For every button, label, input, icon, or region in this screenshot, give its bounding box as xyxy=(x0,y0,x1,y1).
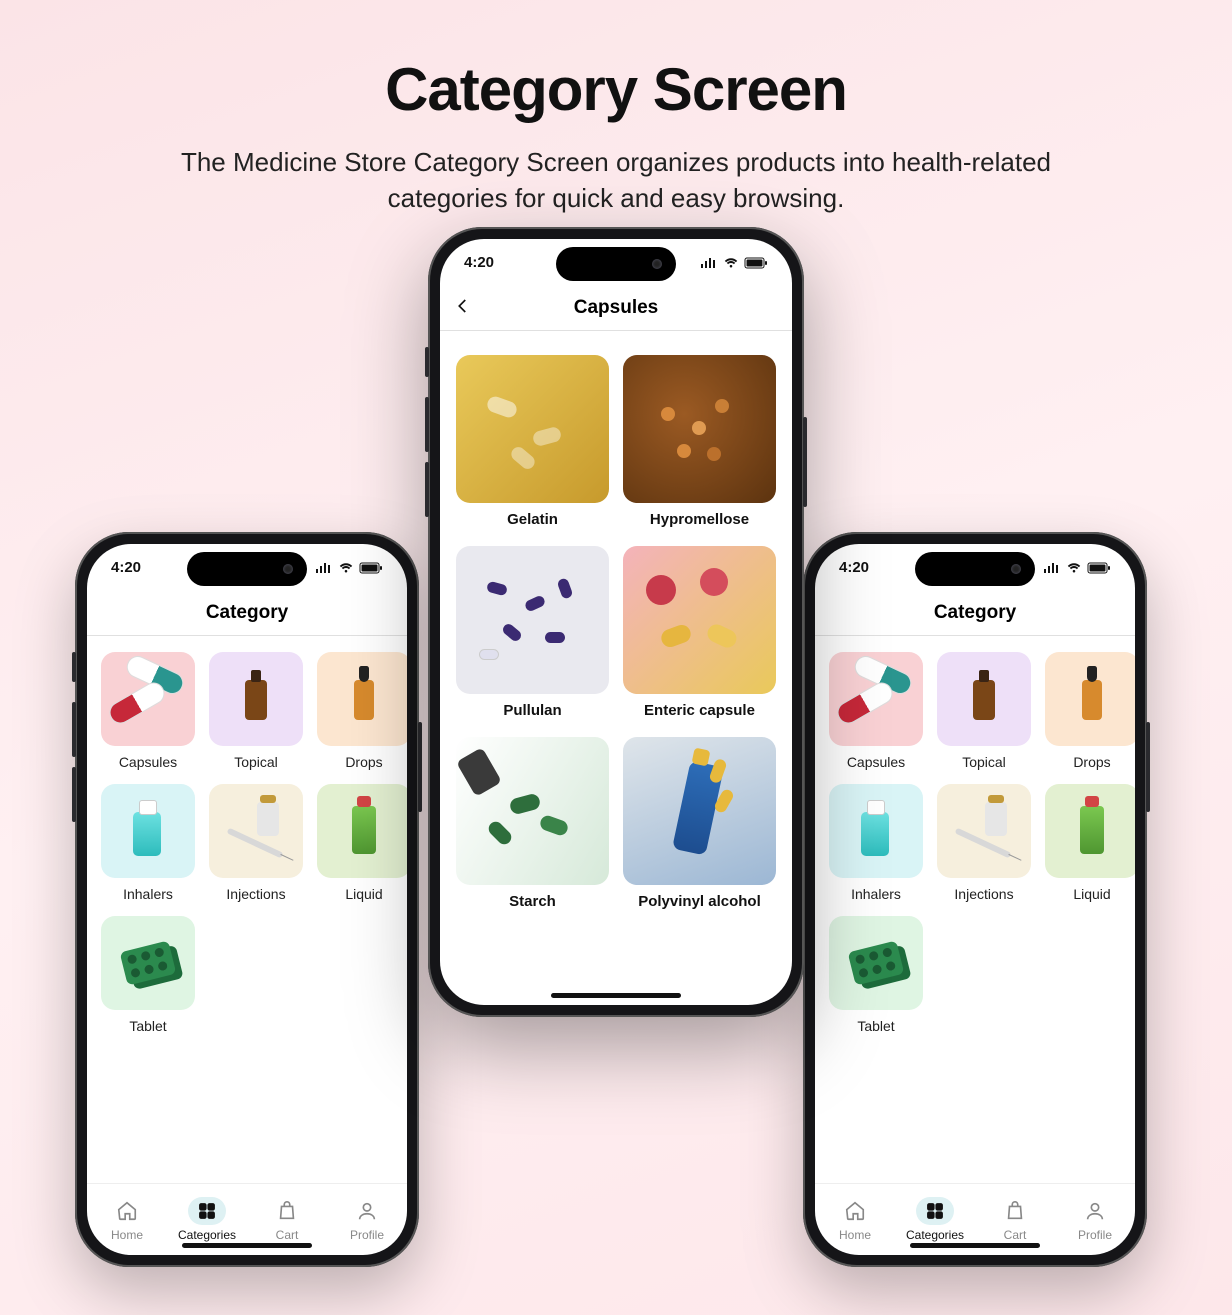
category-injections[interactable]: Injections xyxy=(937,784,1031,902)
nav-home[interactable]: Home xyxy=(815,1184,895,1255)
category-inhalers[interactable]: Inhalers xyxy=(101,784,195,902)
category-liquid[interactable]: Liquid xyxy=(1045,784,1135,902)
grid-icon xyxy=(916,1197,954,1225)
category-capsules[interactable]: Capsules xyxy=(829,652,923,770)
subcategories-grid: Gelatin Hypromellose xyxy=(456,355,776,910)
bag-icon xyxy=(996,1197,1034,1225)
category-liquid[interactable]: Liquid xyxy=(317,784,407,902)
status-time: 4:20 xyxy=(839,559,869,576)
user-icon xyxy=(1076,1197,1114,1225)
nav-profile[interactable]: Profile xyxy=(327,1184,407,1255)
status-time: 4:20 xyxy=(464,254,494,271)
screen-title-bar: Category xyxy=(815,592,1135,636)
subcategory-hypromellose[interactable]: Hypromellose xyxy=(623,355,776,528)
status-icons xyxy=(1043,562,1111,574)
category-drops[interactable]: Drops xyxy=(317,652,407,770)
category-topical[interactable]: Topical xyxy=(209,652,303,770)
status-time: 4:20 xyxy=(111,559,141,576)
bag-icon xyxy=(268,1197,306,1225)
back-button[interactable] xyxy=(454,297,472,319)
screen-title: Capsules xyxy=(574,297,658,319)
categories-grid: Capsules Topical Drops Inhalers xyxy=(101,652,393,1034)
subcategory-polyvinyl[interactable]: Polyvinyl alcohol xyxy=(623,737,776,910)
category-topical[interactable]: Topical xyxy=(937,652,1031,770)
screen-title: Category xyxy=(934,602,1016,624)
hero-title: Category Screen xyxy=(120,55,1112,124)
user-icon xyxy=(348,1197,386,1225)
phone-mockup-left: 4:20 Category Capsules xyxy=(75,532,419,1267)
screen-title-bar: Capsules xyxy=(440,287,792,331)
grid-icon xyxy=(188,1197,226,1225)
subcategory-starch[interactable]: Starch xyxy=(456,737,609,910)
presentation-hero: Category Screen The Medicine Store Categ… xyxy=(0,0,1232,217)
categories-grid: Capsules Topical Drops Inhalers xyxy=(829,652,1121,1034)
category-tablet[interactable]: Tablet xyxy=(101,916,195,1034)
status-icons xyxy=(700,257,768,269)
subcategory-enteric[interactable]: Enteric capsule xyxy=(623,546,776,719)
nav-profile[interactable]: Profile xyxy=(1055,1184,1135,1255)
category-injections[interactable]: Injections xyxy=(209,784,303,902)
subcategory-pullulan[interactable]: Pullulan xyxy=(456,546,609,719)
phone-mockup-center: 4:20 Capsules xyxy=(428,227,804,1017)
category-capsules[interactable]: Capsules xyxy=(101,652,195,770)
screen-title: Category xyxy=(206,602,288,624)
category-tablet[interactable]: Tablet xyxy=(829,916,923,1034)
category-drops[interactable]: Drops xyxy=(1045,652,1135,770)
category-inhalers[interactable]: Inhalers xyxy=(829,784,923,902)
screen-title-bar: Category xyxy=(87,592,407,636)
home-icon xyxy=(108,1197,146,1225)
home-indicator xyxy=(551,993,681,998)
subcategory-gelatin[interactable]: Gelatin xyxy=(456,355,609,528)
home-indicator xyxy=(182,1243,312,1248)
phone-mockup-right: 4:20 Category Capsules xyxy=(803,532,1147,1267)
hero-subtitle: The Medicine Store Category Screen organ… xyxy=(120,144,1112,217)
home-indicator xyxy=(910,1243,1040,1248)
status-icons xyxy=(315,562,383,574)
home-icon xyxy=(836,1197,874,1225)
nav-home[interactable]: Home xyxy=(87,1184,167,1255)
